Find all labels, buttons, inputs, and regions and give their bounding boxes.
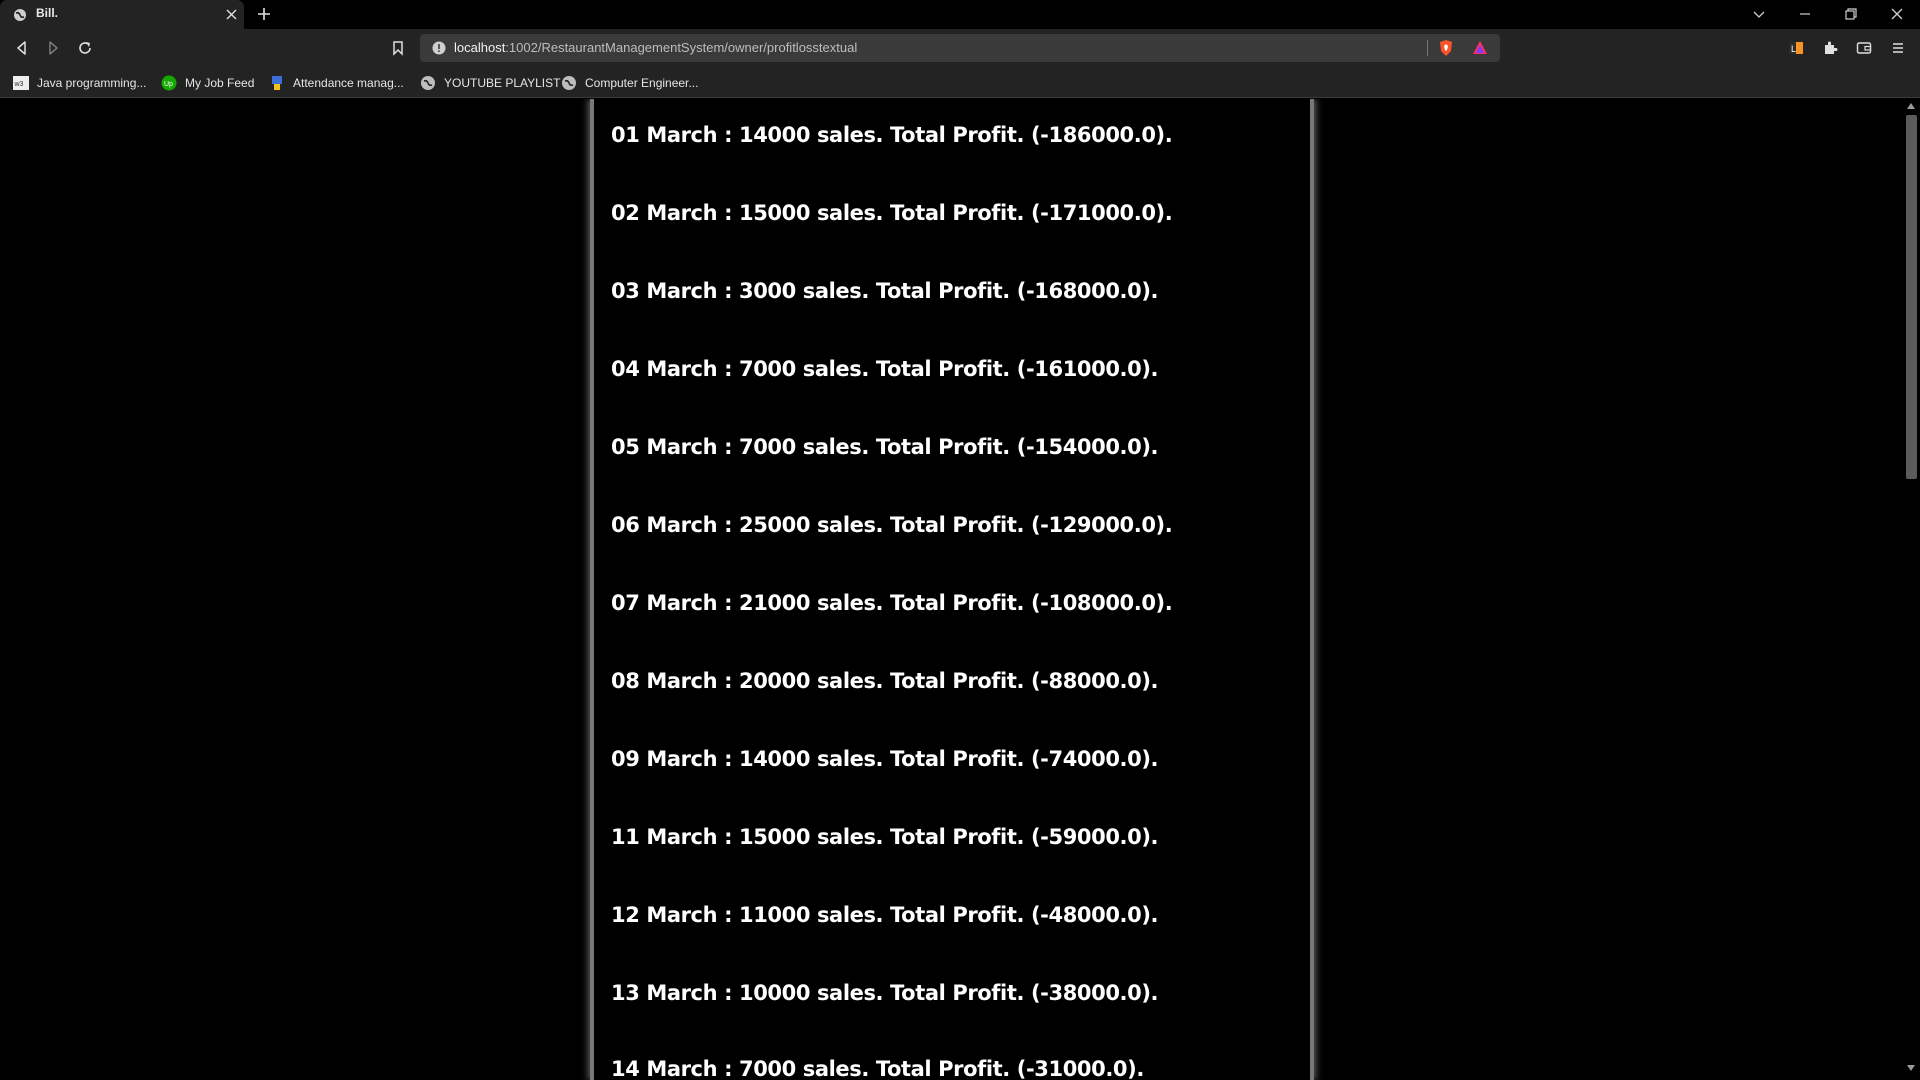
close-icon[interactable] xyxy=(226,9,237,20)
browser-toolbar: localhost:1002/RestaurantManagementSyste… xyxy=(0,29,1920,67)
upwork-icon: Up xyxy=(161,75,177,90)
daily-profit-entry: 11 March : 15000 sales. Total Profit. (-… xyxy=(611,825,1159,849)
wallet-icon[interactable] xyxy=(1856,40,1872,56)
browser-tab[interactable]: Bill. xyxy=(0,0,244,29)
tab-strip: Bill. xyxy=(0,0,1920,29)
page-viewport: 01 March : 14000 sales. Total Profit. (-… xyxy=(0,99,1920,1080)
profit-loss-panel: 01 March : 14000 sales. Total Profit. (-… xyxy=(590,99,1314,1080)
url-divider xyxy=(1427,40,1428,56)
daily-profit-entry: 12 March : 11000 sales. Total Profit. (-… xyxy=(611,903,1159,927)
bookmark-attendance[interactable]: Attendance manag... xyxy=(269,67,404,98)
daily-profit-entry: 06 March : 25000 sales. Total Profit. (-… xyxy=(611,513,1173,537)
url-text: localhost:1002/RestaurantManagementSyste… xyxy=(454,40,857,55)
daily-profit-entry: 07 March : 21000 sales. Total Profit. (-… xyxy=(611,591,1173,615)
new-tab-icon[interactable] xyxy=(257,7,271,21)
scroll-up-arrow-icon[interactable] xyxy=(1907,103,1915,109)
svg-text:w3: w3 xyxy=(14,81,24,88)
scrollbar-thumb[interactable] xyxy=(1906,115,1917,479)
vertical-scrollbar[interactable] xyxy=(1902,99,1920,1080)
address-bar[interactable]: localhost:1002/RestaurantManagementSyste… xyxy=(420,34,1500,62)
bookmark-site-icon xyxy=(272,75,282,90)
brave-rewards-icon[interactable] xyxy=(1472,40,1488,56)
bookmark-youtube-playlist[interactable]: YOUTUBE PLAYLIST xyxy=(420,67,560,98)
bookmark-label: Computer Engineer... xyxy=(585,75,699,90)
url-path: :1002/RestaurantManagementSystem/owner/p… xyxy=(505,40,858,55)
bookmark-label: Attendance manag... xyxy=(293,75,404,90)
minimize-icon[interactable] xyxy=(1798,7,1812,21)
url-host: localhost xyxy=(454,40,506,55)
globe-icon xyxy=(14,9,26,21)
daily-profit-entry: 08 March : 20000 sales. Total Profit. (-… xyxy=(611,669,1159,693)
extensions-puzzle-icon[interactable] xyxy=(1822,40,1838,56)
svg-text:Up: Up xyxy=(164,81,173,88)
bookmark-icon[interactable] xyxy=(390,40,406,56)
info-icon[interactable] xyxy=(432,41,446,55)
back-icon[interactable] xyxy=(14,40,30,56)
bookmark-my-job-feed[interactable]: Up My Job Feed xyxy=(161,67,254,98)
daily-profit-entry: 05 March : 7000 sales. Total Profit. (-1… xyxy=(611,435,1159,459)
bookmark-label: YOUTUBE PLAYLIST xyxy=(444,75,561,90)
globe-icon xyxy=(562,75,576,90)
daily-profit-entry: 02 March : 15000 sales. Total Profit. (-… xyxy=(611,201,1173,225)
extension-icon[interactable]: L xyxy=(1788,40,1804,56)
restore-icon[interactable] xyxy=(1844,7,1858,21)
bookmarks-bar: w3 Java programming... Up My Job Feed At… xyxy=(0,67,1920,98)
w3-icon: w3 xyxy=(13,75,29,90)
reload-icon[interactable] xyxy=(77,40,93,56)
menu-icon[interactable] xyxy=(1890,40,1906,56)
svg-text:L: L xyxy=(1791,44,1796,54)
daily-profit-entry: 09 March : 14000 sales. Total Profit. (-… xyxy=(611,747,1159,771)
daily-profit-entry: 14 March : 7000 sales. Total Profit. (-3… xyxy=(611,1057,1144,1080)
daily-profit-entry: 03 March : 3000 sales. Total Profit. (-1… xyxy=(611,279,1159,303)
bookmark-label: Java programming... xyxy=(37,75,147,90)
scroll-down-arrow-icon[interactable] xyxy=(1907,1065,1915,1071)
forward-icon[interactable] xyxy=(45,40,61,56)
brave-shields-icon[interactable] xyxy=(1438,39,1454,57)
globe-icon xyxy=(421,75,435,90)
tab-search-chevron-icon[interactable] xyxy=(1752,7,1766,21)
window-close-icon[interactable] xyxy=(1890,7,1904,21)
daily-profit-entry: 04 March : 7000 sales. Total Profit. (-1… xyxy=(611,357,1159,381)
bookmark-computer-engineer[interactable]: Computer Engineer... xyxy=(561,67,698,98)
daily-profit-entry: 13 March : 10000 sales. Total Profit. (-… xyxy=(611,981,1159,1005)
daily-profit-entry: 01 March : 14000 sales. Total Profit. (-… xyxy=(611,123,1173,147)
tab-title: Bill. xyxy=(36,6,59,20)
bookmark-label: My Job Feed xyxy=(185,75,255,90)
bookmark-java-programming[interactable]: w3 Java programming... xyxy=(13,67,146,98)
